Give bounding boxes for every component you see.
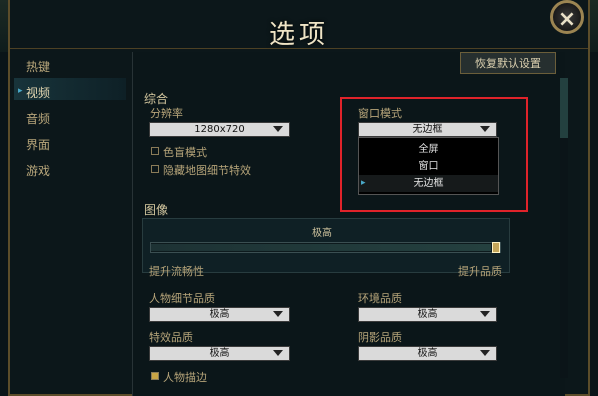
resolution-dropdown[interactable]: 1280x720 — [149, 122, 290, 137]
sidebar-item-hotkeys[interactable]: 热键 — [26, 58, 50, 75]
reset-defaults-button[interactable]: 恢复默认设置 — [460, 52, 556, 74]
character-quality-label: 人物细节品质 — [149, 292, 215, 305]
effects-quality-label: 特效品质 — [149, 331, 193, 344]
environment-quality-dropdown[interactable]: 极高 — [358, 307, 497, 322]
shadow-quality-label: 阴影品质 — [358, 331, 402, 344]
environment-quality-label: 环境品质 — [358, 292, 402, 305]
resolution-label: 分辨率 — [150, 107, 183, 120]
chevron-down-icon — [273, 350, 283, 356]
graphics-quality-value: 极高 — [312, 228, 332, 239]
hide-terrain-checkbox[interactable] — [151, 165, 159, 173]
graphics-section-title: 图像 — [144, 203, 169, 217]
active-tab-marker-icon: ▸ — [18, 86, 23, 96]
close-button[interactable]: × — [550, 0, 584, 34]
sidebar-item-interface[interactable]: 界面 — [26, 136, 50, 153]
colorblind-checkbox[interactable] — [151, 147, 159, 155]
effects-quality-dropdown[interactable]: 极高 — [149, 346, 290, 361]
smoothness-caption: 提升流畅性 — [149, 265, 204, 278]
scrollbar-thumb[interactable] — [560, 78, 568, 138]
character-outline-label: 人物描边 — [163, 371, 207, 384]
character-quality-dropdown[interactable]: 极高 — [149, 307, 290, 322]
graphics-quality-slider-handle[interactable] — [492, 242, 500, 253]
quality-caption: 提升品质 — [458, 265, 502, 278]
chevron-down-icon — [273, 126, 283, 132]
environment-quality-value: 极高 — [417, 309, 438, 320]
character-outline-checkbox[interactable] — [151, 372, 159, 380]
chevron-down-icon — [480, 311, 490, 317]
shadow-quality-dropdown[interactable]: 极高 — [358, 346, 497, 361]
chevron-down-icon — [480, 350, 490, 356]
hide-terrain-label: 隐藏地图细节特效 — [163, 164, 251, 177]
resolution-value: 1280x720 — [194, 124, 245, 135]
sidebar-item-video[interactable]: 视频 — [26, 84, 50, 101]
sidebar-item-audio[interactable]: 音频 — [26, 110, 50, 127]
character-quality-value: 极高 — [209, 309, 230, 320]
window-title: 选项 — [268, 20, 329, 50]
shadow-quality-value: 极高 — [417, 348, 438, 359]
graphics-quality-slider-fill — [151, 244, 491, 251]
sidebar-item-game[interactable]: 游戏 — [26, 162, 50, 179]
colorblind-label: 色盲模式 — [163, 146, 207, 159]
effects-quality-value: 极高 — [209, 348, 230, 359]
highlight-annotation-box — [340, 97, 528, 212]
sidebar: ▸ 热键 视频 音频 界面 游戏 — [14, 52, 126, 392]
chevron-down-icon — [273, 311, 283, 317]
